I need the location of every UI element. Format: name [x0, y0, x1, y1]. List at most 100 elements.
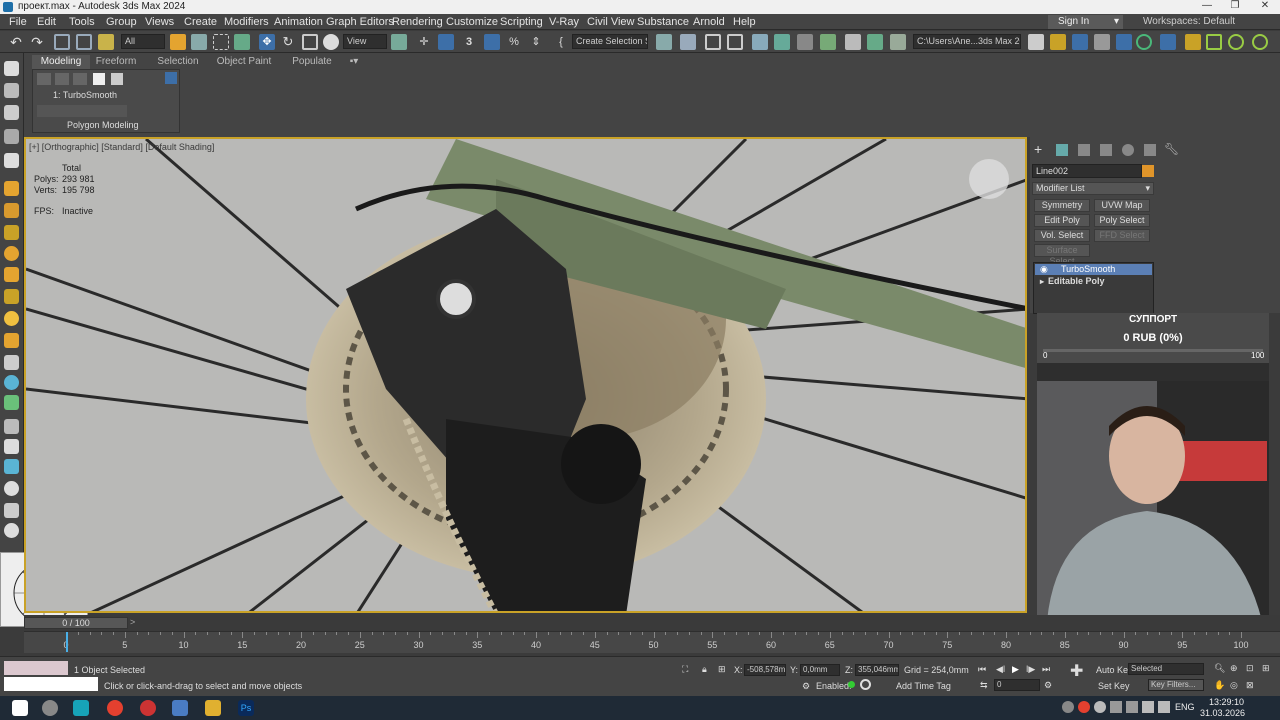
- reference-coordinate-dropdown[interactable]: View: [343, 34, 387, 49]
- camera-view-icon[interactable]: [4, 523, 19, 538]
- fov-icon[interactable]: ✋: [1214, 680, 1225, 691]
- time-tag-icon[interactable]: ⚙: [802, 681, 810, 692]
- box-icon[interactable]: [4, 355, 19, 370]
- render-production-icon[interactable]: [890, 34, 906, 50]
- ribbon-tab-selection[interactable]: Selection: [156, 55, 200, 69]
- selection-set-dropdown[interactable]: Selected: [1128, 663, 1204, 675]
- goto-start-icon[interactable]: ⏮: [978, 664, 986, 675]
- enabled-status-dot[interactable]: [848, 681, 855, 688]
- render-setup-icon[interactable]: [845, 34, 861, 50]
- align-icon[interactable]: [680, 34, 696, 50]
- spacewarps-icon[interactable]: [4, 289, 19, 304]
- named-selection-set-dropdown[interactable]: Create Selection Se: [572, 34, 648, 49]
- rectangular-region-icon[interactable]: [213, 34, 229, 50]
- shapes-icon[interactable]: [4, 203, 19, 218]
- sign-in-dropdown[interactable]: Sign In ▾: [1048, 15, 1123, 29]
- ribbon-tab-freeform[interactable]: Freeform: [94, 55, 138, 69]
- project-folder-icon[interactable]: [1028, 34, 1044, 50]
- orbit-icon[interactable]: ◎: [1230, 680, 1238, 691]
- maximize-viewport-icon[interactable]: ⊠: [1246, 680, 1254, 691]
- next-frame-icon[interactable]: >: [130, 617, 135, 627]
- surface-select-button[interactable]: Surface Select: [1034, 244, 1090, 266]
- file-explorer-icon[interactable]: [205, 700, 221, 716]
- save-icon[interactable]: [1050, 34, 1066, 50]
- stack-item-turbosmooth[interactable]: ◉ TurboSmooth: [1035, 264, 1152, 275]
- search-icon[interactable]: [42, 700, 58, 716]
- sun-icon[interactable]: [4, 311, 19, 326]
- select-and-scale-icon[interactable]: [302, 34, 318, 50]
- select-and-move-icon[interactable]: ✥: [259, 34, 275, 50]
- language-indicator[interactable]: ENG: [1175, 702, 1195, 712]
- isolate-icon[interactable]: ⛶: [682, 664, 688, 675]
- ffd-select-button[interactable]: FFD Select: [1094, 229, 1150, 242]
- render-icon[interactable]: [4, 503, 19, 518]
- display-icon[interactable]: [4, 129, 19, 144]
- placement-icon[interactable]: [323, 34, 339, 50]
- time-slider-thumb[interactable]: 0 / 100: [24, 617, 128, 629]
- menu-modifiers[interactable]: Modifiers: [224, 16, 269, 28]
- undo-icon[interactable]: ↶: [8, 34, 24, 50]
- unlink-icon[interactable]: [76, 34, 92, 50]
- key-filters-button[interactable]: Key Filters...: [1148, 679, 1204, 691]
- zoom-icon[interactable]: 🔍︎: [1214, 663, 1225, 674]
- zoom-extents-all-icon[interactable]: ⊞: [1262, 663, 1270, 674]
- viewport-layout-icon[interactable]: [1116, 34, 1132, 50]
- utilities-tab-icon[interactable]: [1144, 144, 1156, 156]
- modifier-icon[interactable]: [4, 459, 19, 474]
- menu-animation[interactable]: Animation: [274, 16, 323, 28]
- redo-icon[interactable]: ↷: [29, 34, 45, 50]
- curve-editor-icon[interactable]: [774, 34, 790, 50]
- modifier-list-dropdown[interactable]: Modifier List ▾: [1032, 182, 1154, 195]
- vertex-mode-icon[interactable]: [37, 73, 51, 85]
- check-icon[interactable]: [1136, 34, 1152, 50]
- time-slider[interactable]: 0 / 100 >: [24, 615, 1280, 631]
- volume-icon[interactable]: [1158, 701, 1170, 713]
- obs-icon[interactable]: [140, 700, 156, 716]
- help-icon[interactable]: [1228, 34, 1244, 50]
- perspective-viewport[interactable]: [+] [Orthographic] [Standard] [Default S…: [24, 137, 1027, 613]
- object-name-field[interactable]: Line002: [1032, 164, 1142, 178]
- close-button[interactable]: ✕: [1250, 0, 1280, 14]
- ribbon-tab-object-paint[interactable]: Object Paint: [216, 55, 272, 69]
- key-mode-icon[interactable]: ⇆: [980, 680, 988, 691]
- spinner-snap-icon[interactable]: ⇕: [528, 34, 544, 50]
- toggle-ribbon-icon[interactable]: [752, 34, 768, 50]
- maximize-button[interactable]: ❐: [1220, 0, 1250, 14]
- plant-icon[interactable]: [4, 395, 19, 410]
- menu-help[interactable]: Help: [733, 16, 756, 28]
- link-web-icon[interactable]: [1160, 34, 1176, 50]
- clock[interactable]: 13:29:10 31.03.2026: [1200, 697, 1245, 719]
- open-icon[interactable]: [1072, 34, 1088, 50]
- rendered-frame-window-icon[interactable]: [867, 34, 883, 50]
- menu-views[interactable]: Views: [145, 16, 174, 28]
- x-coord-field[interactable]: -508,578m: [744, 664, 786, 676]
- track-bar[interactable]: 0510152025303540455055606570758085909510…: [24, 631, 1280, 653]
- material-editor-icon[interactable]: [820, 34, 836, 50]
- time-configuration-icon[interactable]: ⚙: [1044, 680, 1052, 691]
- systems-icon[interactable]: [4, 333, 19, 348]
- polygon-mode-icon[interactable]: [93, 73, 105, 85]
- plugin-icon[interactable]: [1185, 34, 1201, 50]
- schematic-view-icon[interactable]: [797, 34, 813, 50]
- bind-spacewarp-icon[interactable]: [98, 34, 114, 50]
- photoshop-icon[interactable]: Ps: [238, 700, 254, 716]
- symmetry-button[interactable]: Symmetry: [1034, 199, 1090, 212]
- select-object-icon[interactable]: [170, 34, 186, 50]
- element-mode-icon[interactable]: [111, 73, 123, 85]
- y-coord-field[interactable]: 0,0mm: [800, 664, 840, 676]
- particle-icon[interactable]: [4, 419, 19, 434]
- next-key-icon[interactable]: ǀ▶: [1026, 664, 1035, 675]
- menu-graph-editors[interactable]: Graph Editors: [326, 16, 394, 28]
- keyboard-shortcut-override-icon[interactable]: [438, 34, 454, 50]
- selection-filter-dropdown[interactable]: All: [121, 34, 165, 49]
- edge-mode-icon[interactable]: [55, 73, 69, 85]
- wrench-icon[interactable]: 🔧︎: [1164, 142, 1179, 156]
- angle-snap-icon[interactable]: [484, 34, 500, 50]
- prev-frame-icon[interactable]: ◀ǀ: [996, 664, 1005, 675]
- menu-icon[interactable]: [1206, 34, 1222, 50]
- lock-icon[interactable]: 🔒︎: [702, 664, 707, 675]
- object-color-swatch[interactable]: [1142, 165, 1154, 177]
- create-tab-icon[interactable]: +: [1034, 141, 1042, 157]
- menu-customize[interactable]: Customize: [446, 16, 498, 28]
- uvw-map-button[interactable]: UVW Map: [1094, 199, 1150, 212]
